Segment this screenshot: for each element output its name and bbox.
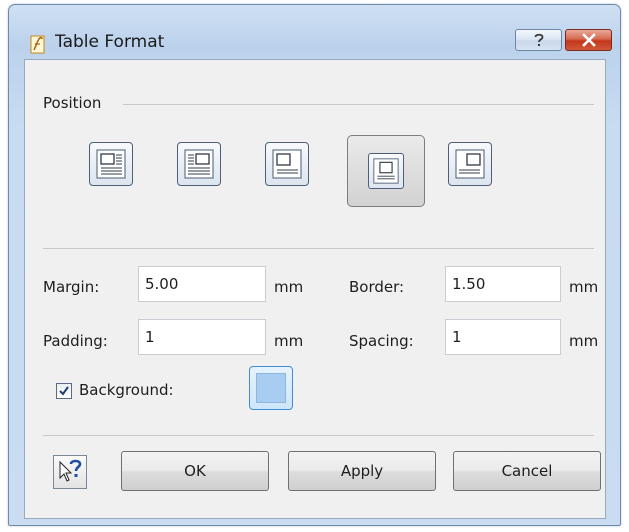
position-wrap-right-button[interactable] [177,142,221,186]
position-section-separator [43,248,594,249]
question-icon [534,33,543,46]
cancel-button[interactable]: Cancel [453,451,601,491]
ok-button[interactable]: OK [121,451,269,491]
title-help-button[interactable] [515,29,562,51]
table-align-left-icon [272,149,302,179]
whats-this-help-icon [59,459,82,482]
spacing-unit: mm [569,332,599,350]
margin-label: Margin: [43,278,100,296]
padding-unit: mm [274,332,304,350]
position-align-center-frame [368,153,404,189]
table-wrap-right-icon [184,149,214,179]
app-icon [30,35,45,54]
spacing-label: Spacing: [349,332,414,350]
margin-field[interactable] [138,266,266,302]
margin-unit: mm [274,278,304,296]
border-field[interactable] [445,266,561,302]
table-align-right-icon [455,149,485,179]
dialog-client-area: Position Margin: 5.00 mm Border: 1.50 mm… [24,59,606,519]
padding-field[interactable] [138,319,266,355]
position-align-center-button[interactable] [347,135,425,207]
checkmark-icon [59,386,69,396]
window-title: Table Format [55,32,165,52]
position-align-left-button[interactable] [265,142,309,186]
title-bar: Table Format [9,5,620,55]
close-button[interactable] [565,29,612,51]
position-group-divider [123,104,594,105]
table-format-dialog: Table Format Position Margin: 5.00 mm Bo… [8,4,621,526]
context-help-button[interactable] [53,455,87,489]
apply-button[interactable]: Apply [288,451,436,491]
buttons-separator [43,435,594,436]
background-checkbox[interactable] [56,383,72,399]
border-label: Border: [349,278,405,296]
table-wrap-left-icon [96,149,126,179]
padding-label: Padding: [43,332,108,350]
close-x-icon [581,33,596,47]
border-unit: mm [569,278,599,296]
background-color-button[interactable] [249,366,293,410]
background-color-swatch [256,373,286,403]
background-label: Background: [79,381,174,399]
position-wrap-left-button[interactable] [89,142,133,186]
position-align-right-button[interactable] [448,142,492,186]
spacing-field[interactable] [445,319,561,355]
table-align-center-icon [373,158,399,184]
position-group-label: Position [43,94,102,112]
